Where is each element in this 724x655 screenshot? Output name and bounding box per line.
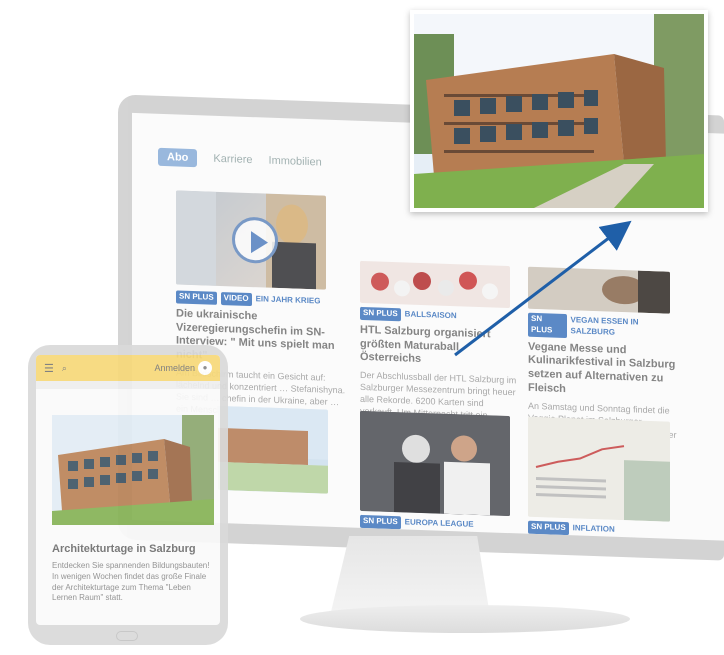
building-photo [410, 10, 708, 212]
plus-badge: SN PLUS [360, 514, 401, 530]
monitor-stand [330, 536, 490, 616]
tablet-device: ☰ ⌕ Anmelden ● Architekturtage in Salzbu… [28, 345, 228, 645]
article-card-4[interactable]: SN PLUS EUROPA LEAGUE [360, 514, 510, 537]
article-thumb-ball[interactable] [360, 260, 510, 309]
article-category: VEGAN ESSEN IN SALZBURG [570, 315, 639, 337]
nav-link-karriere[interactable]: Karriere [213, 153, 252, 166]
user-icon: ● [198, 361, 212, 375]
building-image [414, 14, 704, 208]
plus-badge: SN PLUS [360, 306, 401, 322]
tablet-screen: ☰ ⌕ Anmelden ● Architekturtage in Salzbu… [36, 355, 220, 625]
video-badge: VIDEO [220, 292, 252, 306]
plus-badge: SN PLUS [528, 312, 567, 338]
article-thumb-football[interactable] [360, 410, 510, 517]
nav-link-immobilien[interactable]: Immobilien [269, 155, 322, 169]
article-category: EUROPA LEAGUE [404, 517, 474, 529]
tablet-header: ☰ ⌕ Anmelden ● [36, 355, 220, 381]
tablet-subbar [36, 381, 220, 389]
article-thumb-video[interactable] [176, 190, 326, 290]
article-category: INFLATION [572, 523, 615, 534]
article-thumb-inflation[interactable] [528, 416, 670, 522]
search-icon[interactable]: ⌕ [62, 363, 67, 374]
home-button[interactable] [116, 631, 138, 641]
article-card-5[interactable]: SN PLUS INFLATION [528, 520, 678, 541]
article-headline[interactable]: Vegane Messe und Kulinarikfestival in Sa… [528, 340, 678, 400]
plus-badge: SN PLUS [528, 520, 569, 535]
article-thumb-vegan[interactable] [528, 266, 670, 314]
article-category: BALLSAISON [404, 309, 457, 321]
article-thumb-architecture[interactable] [218, 405, 328, 494]
menu-icon[interactable]: ☰ [44, 362, 54, 375]
login-label: Anmelden [154, 363, 195, 373]
monitor-base [300, 605, 630, 633]
login-link[interactable]: Anmelden ● [154, 361, 212, 375]
article-headline[interactable]: HTL Salzburg organisiert größten Maturab… [360, 324, 518, 371]
play-icon[interactable] [232, 216, 278, 265]
tablet-article-teaser: Entdecken Sie spannenden Bildungsbauten!… [52, 561, 210, 603]
tablet-article-image[interactable] [52, 415, 214, 525]
article-category: EIN JAHR KRIEG [255, 294, 321, 306]
top-nav: Abo Karriere Immobilien [158, 147, 322, 172]
plus-badge: SN PLUS [176, 290, 217, 305]
tablet-article-title[interactable]: Architekturtage in Salzburg [52, 543, 196, 555]
abo-button[interactable]: Abo [158, 147, 198, 168]
